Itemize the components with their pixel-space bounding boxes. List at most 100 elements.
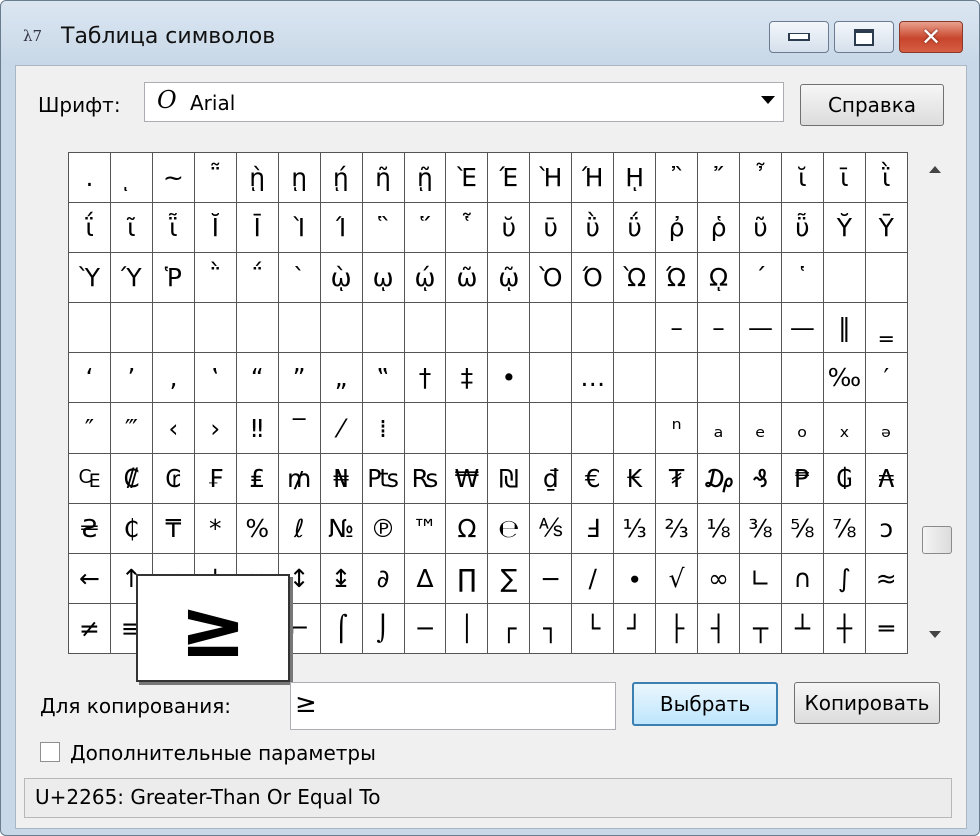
char-cell[interactable]: ″	[69, 403, 111, 454]
char-cell[interactable]: ΰ	[614, 203, 657, 254]
char-cell[interactable]: ≠	[69, 603, 111, 654]
char-cell[interactable]	[530, 303, 573, 354]
char-cell[interactable]: ‚	[152, 353, 195, 404]
char-cell[interactable]: ⅓	[614, 503, 657, 554]
char-cell[interactable]: ῗ	[152, 203, 195, 254]
scroll-thumb[interactable]	[922, 526, 952, 554]
char-cell[interactable]: ῒ	[865, 153, 908, 204]
char-cell[interactable]: ┌	[488, 603, 531, 654]
char-cell[interactable]: ₧	[362, 453, 405, 504]
char-cell[interactable]: ┘	[614, 603, 657, 654]
char-cell[interactable]: ῌ	[614, 153, 657, 204]
char-cell[interactable]: –	[656, 303, 699, 354]
char-cell[interactable]	[614, 403, 657, 454]
char-cell[interactable]: Ύ	[110, 253, 153, 304]
char-cell[interactable]: ῲ	[320, 253, 363, 304]
char-cell[interactable]: ₤	[236, 453, 279, 504]
copy-field[interactable]: ≥	[290, 682, 616, 730]
char-cell[interactable]: ‘	[69, 353, 111, 404]
char-cell[interactable]: ₮	[656, 453, 699, 504]
char-cell[interactable]: ῧ	[781, 203, 824, 254]
char-cell[interactable]	[740, 353, 782, 404]
char-cell[interactable]: Ὺ	[69, 253, 111, 304]
char-cell[interactable]: •	[488, 353, 531, 404]
char-cell[interactable]	[362, 303, 405, 354]
char-cell[interactable]: ⅝	[781, 503, 824, 554]
char-cell[interactable]: ‟	[362, 353, 405, 404]
char-cell[interactable]	[572, 303, 615, 354]
char-cell[interactable]: ∞	[698, 553, 740, 604]
char-cell[interactable]: ⅞	[823, 503, 866, 554]
char-cell[interactable]	[278, 303, 321, 354]
char-cell[interactable]: *	[194, 503, 237, 554]
char-cell[interactable]: ℗	[362, 503, 405, 554]
char-cell[interactable]: “	[236, 353, 279, 404]
char-cell[interactable]: ₔ	[865, 403, 908, 454]
char-cell[interactable]: ∂	[362, 553, 405, 604]
char-cell[interactable]: │	[446, 603, 489, 654]
char-cell[interactable]: †	[404, 353, 447, 404]
char-cell[interactable]: €	[572, 453, 615, 504]
char-cell[interactable]: ‰	[823, 353, 866, 404]
char-cell[interactable]: −	[530, 553, 573, 604]
char-cell[interactable]: ῦ	[740, 203, 782, 254]
char-cell[interactable]: ₪	[488, 453, 531, 504]
close-button[interactable]: ✕	[899, 21, 963, 53]
char-cell[interactable]: ∏	[446, 553, 489, 604]
char-cell[interactable]: ₭	[614, 453, 657, 504]
char-cell[interactable]	[488, 403, 531, 454]
char-cell[interactable]	[404, 303, 447, 354]
char-cell[interactable]: ─	[404, 603, 447, 654]
char-cell[interactable]: ┴	[781, 603, 824, 654]
char-cell[interactable]: ├	[656, 603, 699, 654]
char-cell[interactable]	[69, 303, 111, 354]
char-cell[interactable]: ῭	[194, 253, 237, 304]
char-cell[interactable]: ₓ	[823, 403, 866, 454]
scroll-up-icon[interactable]	[929, 166, 941, 173]
char-cell[interactable]: Ὴ	[530, 153, 573, 204]
char-cell[interactable]: ₱	[781, 453, 824, 504]
char-cell[interactable]: ῄ	[320, 153, 363, 204]
copy-button[interactable]: Копировать	[794, 682, 940, 724]
char-cell[interactable]: ₩	[446, 453, 489, 504]
char-cell[interactable]: ΐ	[69, 203, 111, 254]
char-cell[interactable]: ῼ	[698, 253, 740, 304]
advanced-view-checkbox[interactable]	[40, 742, 60, 762]
char-cell[interactable]: ┬	[740, 603, 782, 654]
char-cell[interactable]: ⁿ	[656, 403, 699, 454]
char-cell[interactable]: ┼	[823, 603, 866, 654]
char-cell[interactable]: ₨	[404, 453, 447, 504]
char-cell[interactable]: ₲	[823, 453, 866, 504]
char-cell[interactable]: ₰	[740, 453, 782, 504]
char-cell[interactable]	[572, 403, 615, 454]
char-cell[interactable]: └	[572, 603, 615, 654]
char-cell[interactable]: ₠	[69, 453, 111, 504]
char-cell[interactable]: ῳ	[362, 253, 405, 304]
char-cell[interactable]: ῆ	[362, 153, 405, 204]
char-cell[interactable]: Ω	[446, 503, 489, 554]
char-cell[interactable]: ῠ	[488, 203, 531, 254]
char-cell[interactable]: ℓ	[278, 503, 321, 554]
help-button[interactable]: Справка	[800, 84, 944, 126]
char-cell[interactable]: Ὼ	[614, 253, 657, 304]
char-cell[interactable]	[488, 303, 531, 354]
char-cell[interactable]: ”	[278, 353, 321, 404]
char-cell[interactable]: №	[320, 503, 363, 554]
char-cell[interactable]: ‹	[152, 403, 195, 454]
char-cell[interactable]: Ῠ	[823, 203, 866, 254]
char-cell[interactable]: ῃ	[278, 153, 321, 204]
char-cell[interactable]: %	[236, 503, 279, 554]
char-cell[interactable]: ‼	[236, 403, 279, 454]
char-cell[interactable]: ⁄	[320, 403, 363, 454]
char-cell[interactable]: ΅	[236, 253, 279, 304]
char-cell[interactable]	[404, 403, 447, 454]
char-cell[interactable]: ₡	[110, 453, 153, 504]
char-cell[interactable]: ⌡	[362, 603, 405, 654]
char-cell[interactable]: —	[781, 303, 824, 354]
char-cell[interactable]: ′	[865, 353, 908, 404]
char-cell[interactable]: ῥ	[698, 203, 740, 254]
char-cell[interactable]: `	[278, 253, 321, 304]
char-cell[interactable]: Ῥ	[152, 253, 195, 304]
char-cell[interactable]	[823, 253, 866, 304]
char-cell[interactable]: ’	[110, 353, 153, 404]
